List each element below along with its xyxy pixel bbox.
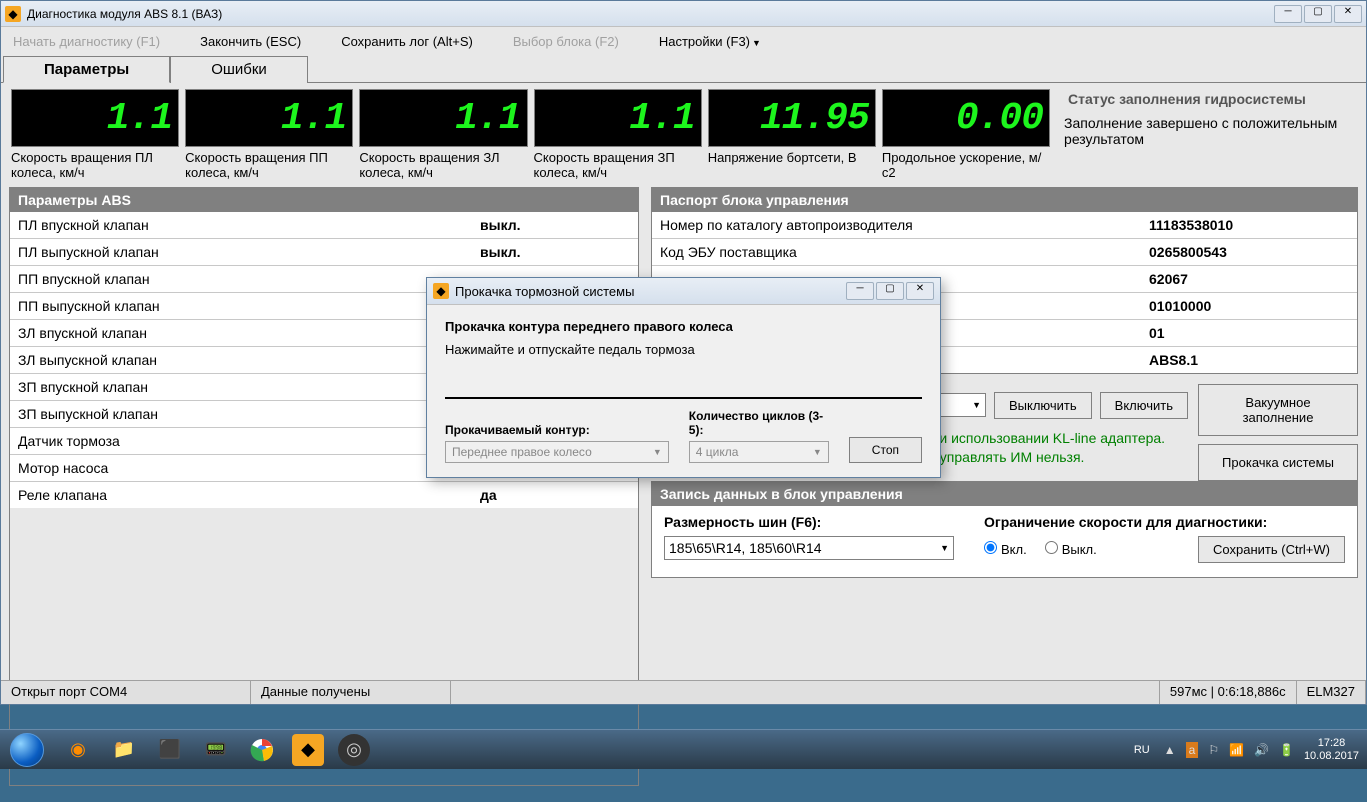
fill-status-panel: Статус заполнения гидросистемы Заполнени… xyxy=(1056,89,1356,181)
bleed-modal: ◆ Прокачка тормозной системы ─ ▢ ✕ Прока… xyxy=(426,277,941,478)
tire-size-select[interactable]: 185\65\R14, 185\60\R14▼ xyxy=(664,536,954,560)
modal-controls: Прокачиваемый контур: Переднее правое ко… xyxy=(445,409,922,463)
lcd-fl-speed: 1.1Скорость вращения ПЛ колеса, км/ч xyxy=(11,89,179,181)
minimize-button[interactable]: ─ xyxy=(846,282,874,300)
explorer-icon[interactable]: 📁 xyxy=(108,734,140,766)
tab-params[interactable]: Параметры xyxy=(3,56,170,83)
minimize-button[interactable]: ─ xyxy=(1274,5,1302,23)
fill-status-title: Статус заполнения гидросистемы xyxy=(1064,89,1356,109)
menu-finish[interactable]: Закончить (ESC) xyxy=(200,34,301,49)
tray-up-icon[interactable]: ▲ xyxy=(1164,743,1176,757)
modal-title-bar[interactable]: ◆ Прокачка тормозной системы ─ ▢ ✕ xyxy=(427,278,940,305)
menu-select-block: Выбор блока (F2) xyxy=(513,34,619,49)
lcd-fr-speed: 1.1Скорость вращения ПП колеса, км/ч xyxy=(185,89,353,181)
param-row: Реле клапанада xyxy=(10,482,638,508)
modal-heading: Прокачка контура переднего правого колес… xyxy=(445,319,922,334)
window-title: Диагностика модуля ABS 8.1 (ВАЗ) xyxy=(27,7,1274,21)
abs-params-title: Параметры ABS xyxy=(10,188,638,212)
statusbar: Открыт порт COM4 Данные получены 597мс |… xyxy=(1,680,1366,704)
cycles-field: Количество циклов (3-5): 4 цикла▼ xyxy=(689,409,829,463)
app-icon-blue[interactable]: ⬛ xyxy=(154,734,186,766)
sb-timing: 597мс | 0:6:18,886с xyxy=(1160,681,1297,704)
menubar: Начать диагностику (F1) Закончить (ESC) … xyxy=(1,27,1366,55)
im-off-button[interactable]: Выключить xyxy=(994,392,1092,419)
flag-icon[interactable]: ⚐ xyxy=(1208,743,1219,757)
calculator-icon[interactable]: 📟 xyxy=(200,734,232,766)
network-icon[interactable]: 📶 xyxy=(1229,743,1244,757)
save-write-button[interactable]: Сохранить (Ctrl+W) xyxy=(1198,536,1345,563)
menu-settings[interactable]: Настройки (F3)▼ xyxy=(659,34,761,49)
modal-title-text: Прокачка тормозной системы xyxy=(455,284,846,299)
tire-size-group: Размерность шин (F6): 185\65\R14, 185\60… xyxy=(664,514,954,563)
circuit-select[interactable]: Переднее правое колесо▼ xyxy=(445,441,669,463)
taskbar-icons: ◉ 📁 ⬛ 📟 ◆ ◎ xyxy=(54,734,370,766)
param-row: ПЛ выпускной клапанвыкл. xyxy=(10,239,638,266)
chrome-icon[interactable] xyxy=(246,734,278,766)
sb-port: Открыт порт COM4 xyxy=(1,681,251,704)
speed-limit-group: Ограничение скорости для диагностики: Вк… xyxy=(984,514,1345,563)
start-button[interactable] xyxy=(0,730,54,770)
lcd-row: 1.1Скорость вращения ПЛ колеса, км/ч 1.1… xyxy=(11,89,1356,181)
im-right-buttons: Вакуумное заполнение Прокачка системы xyxy=(1198,384,1358,481)
im-on-button[interactable]: Включить xyxy=(1100,392,1188,419)
menu-start: Начать диагностику (F1) xyxy=(13,34,160,49)
tab-errors[interactable]: Ошибки xyxy=(170,56,308,83)
app-icon: ◆ xyxy=(433,283,449,299)
stop-button[interactable]: Стоп xyxy=(849,437,922,463)
passport-row: Номер по каталогу автопроизводителя11183… xyxy=(652,212,1357,239)
sb-spacer xyxy=(451,681,1160,704)
close-button[interactable]: ✕ xyxy=(906,282,934,300)
write-block-panel: Запись данных в блок управления Размерно… xyxy=(651,481,1358,578)
language-indicator[interactable]: RU xyxy=(1130,742,1154,758)
steering-icon[interactable]: ◎ xyxy=(338,734,370,766)
circuit-field: Прокачиваемый контур: Переднее правое ко… xyxy=(445,423,669,463)
maximize-button[interactable]: ▢ xyxy=(876,282,904,300)
battery-icon[interactable]: 🔋 xyxy=(1279,743,1294,757)
chevron-down-icon: ▼ xyxy=(972,400,981,410)
lcd-voltage: 11.95Напряжение бортсети, В xyxy=(708,89,876,181)
sb-adapter: ELM327 xyxy=(1297,681,1366,704)
clock[interactable]: 17:28 10.08.2017 xyxy=(1304,737,1359,761)
chevron-down-icon: ▼ xyxy=(940,543,949,553)
modal-buttons: ─ ▢ ✕ xyxy=(846,282,934,300)
vacuum-fill-button[interactable]: Вакуумное заполнение xyxy=(1198,384,1358,436)
diag-app-icon[interactable]: ◆ xyxy=(292,734,324,766)
taskbar: ◉ 📁 ⬛ 📟 ◆ ◎ RU ▲ a ⚐ 📶 🔊 🔋 17:28 10.08.2… xyxy=(0,729,1367,769)
tab-bar: Параметры Ошибки xyxy=(1,55,1366,83)
cycles-select[interactable]: 4 цикла▼ xyxy=(689,441,829,463)
content-area: Параметры ABS ПЛ впускной клапанвыкл. ПЛ… xyxy=(1,181,1366,802)
chevron-down-icon: ▼ xyxy=(813,447,822,457)
menu-savelog[interactable]: Сохранить лог (Alt+S) xyxy=(341,34,473,49)
chevron-down-icon: ▼ xyxy=(653,447,662,457)
window-buttons: ─ ▢ ✕ xyxy=(1274,5,1362,23)
speed-limit-radios: Вкл. Выкл. Сохранить (Ctrl+W) xyxy=(984,536,1345,563)
close-button[interactable]: ✕ xyxy=(1334,5,1362,23)
lcd-rl-speed: 1.1Скорость вращения ЗЛ колеса, км/ч xyxy=(359,89,527,181)
write-block-title: Запись данных в блок управления xyxy=(652,482,1357,506)
param-row: ПЛ впускной клапанвыкл. xyxy=(10,212,638,239)
system-tray: RU ▲ a ⚐ 📶 🔊 🔋 17:28 10.08.2017 xyxy=(1130,737,1367,761)
bleed-system-button[interactable]: Прокачка системы xyxy=(1198,444,1358,481)
modal-divider xyxy=(445,397,922,399)
lcd-rr-speed: 1.1Скорость вращения ЗП колеса, км/ч xyxy=(534,89,702,181)
write-form: Размерность шин (F6): 185\65\R14, 185\60… xyxy=(652,506,1357,577)
lcd-accel: 0.00Продольное ускорение, м/с2 xyxy=(882,89,1050,181)
passport-row: Код ЭБУ поставщика0265800543 xyxy=(652,239,1357,266)
radio-on[interactable]: Вкл. xyxy=(984,541,1027,557)
sb-data: Данные получены xyxy=(251,681,451,704)
volume-icon[interactable]: 🔊 xyxy=(1254,743,1269,757)
windows-logo-icon xyxy=(10,733,44,767)
title-bar[interactable]: ◆ Диагностика модуля ABS 8.1 (ВАЗ) ─ ▢ ✕ xyxy=(1,1,1366,27)
modal-instruction: Нажимайте и отпускайте педаль тормоза xyxy=(445,342,922,357)
fill-status-text: Заполнение завершено с положительным рез… xyxy=(1064,109,1356,147)
modal-body: Прокачка контура переднего правого колес… xyxy=(427,305,940,477)
tray-a-icon[interactable]: a xyxy=(1186,742,1199,758)
passport-title: Паспорт блока управления xyxy=(652,188,1357,212)
maximize-button[interactable]: ▢ xyxy=(1304,5,1332,23)
radio-off[interactable]: Выкл. xyxy=(1045,541,1097,557)
media-player-icon[interactable]: ◉ xyxy=(62,734,94,766)
app-icon: ◆ xyxy=(5,6,21,22)
